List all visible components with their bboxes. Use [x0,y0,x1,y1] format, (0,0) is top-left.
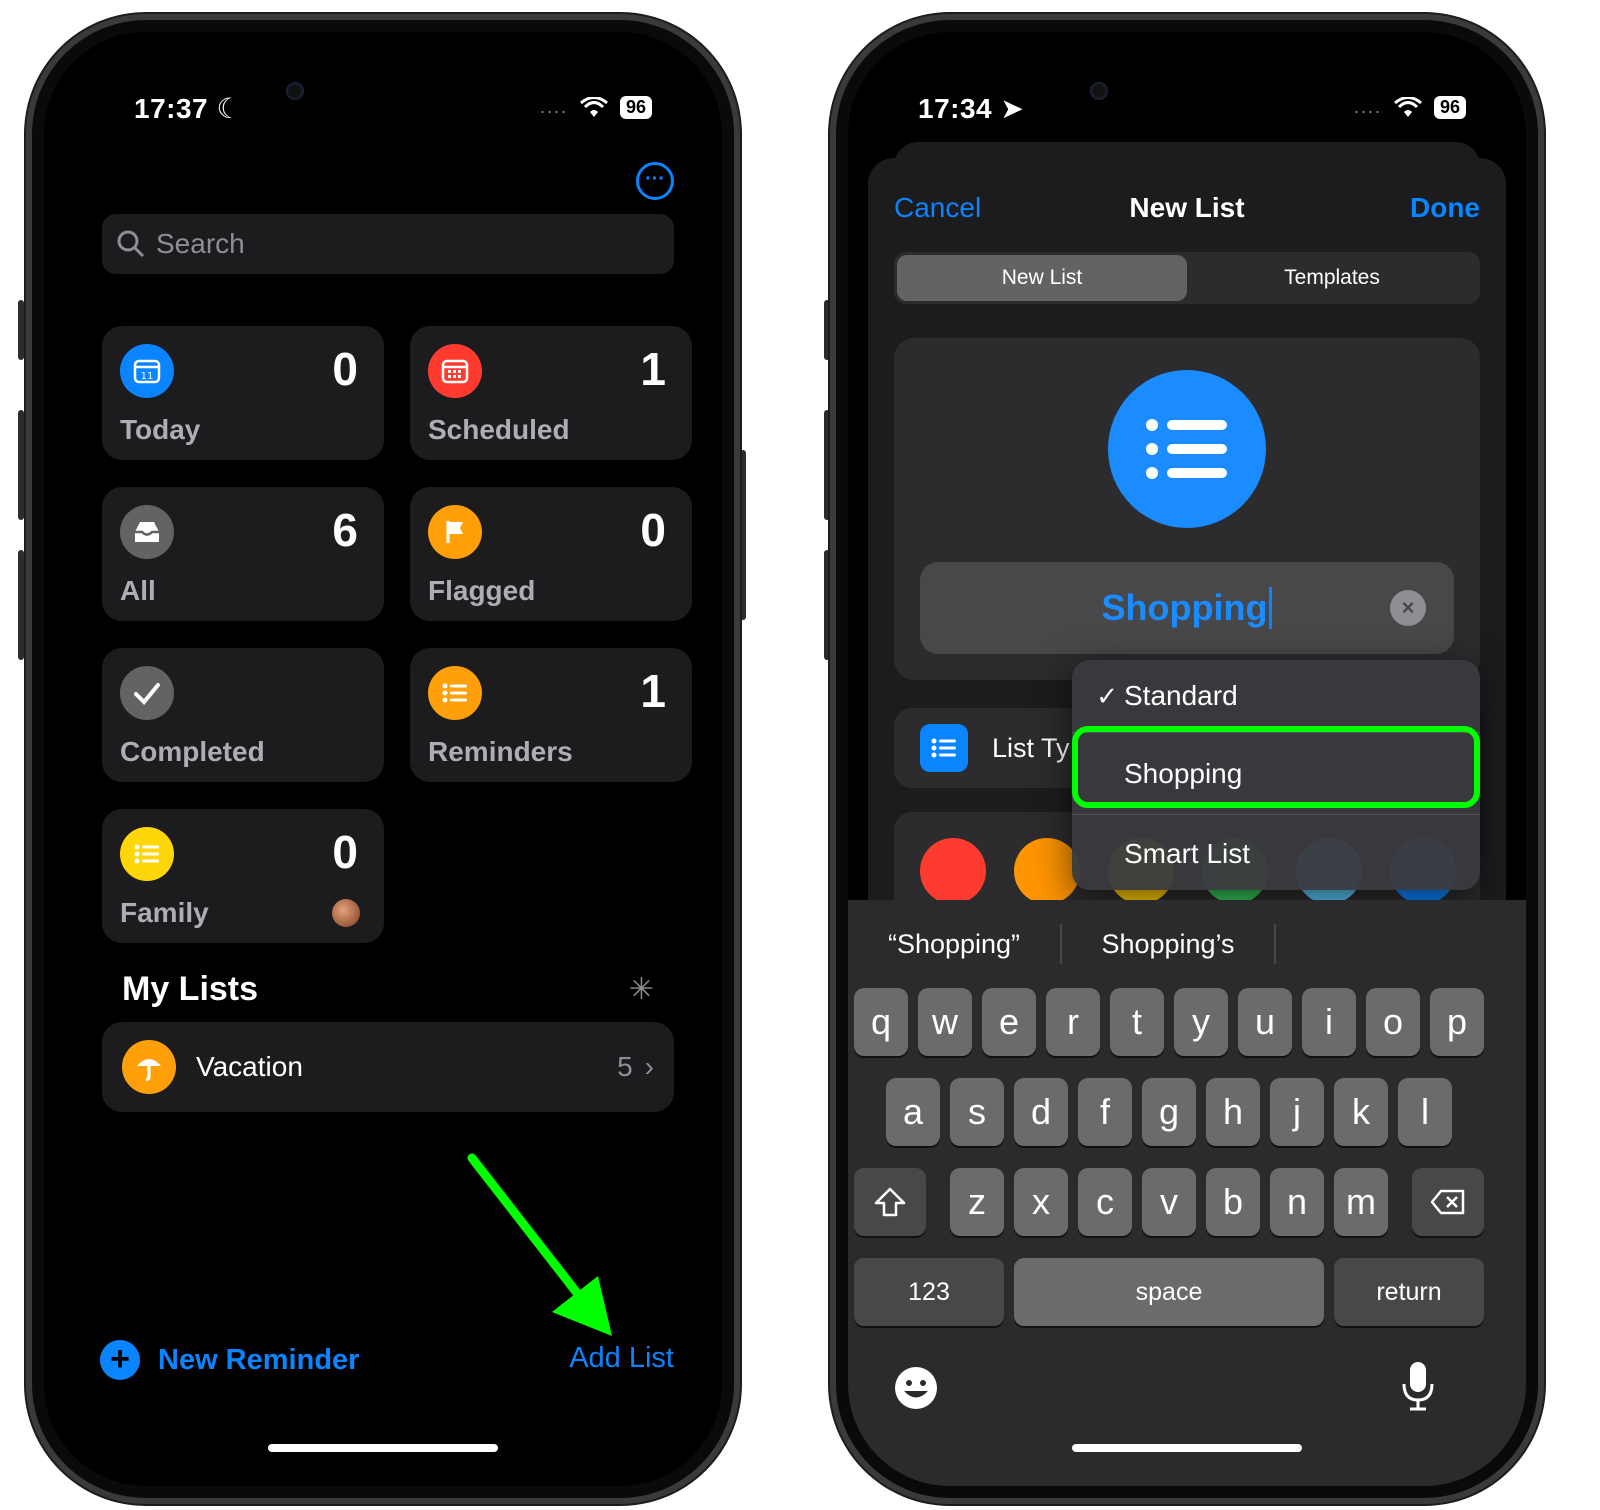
power-button [740,450,746,620]
list-type-label: List Ty [992,732,1070,763]
new-list-screen: 17:34 ➤ .... 96 New List Cancel Done New… [848,32,1526,1486]
menu-divider [1072,814,1480,815]
cancel-button[interactable]: Cancel [894,192,981,224]
key-w[interactable]: w [918,988,972,1056]
color-swatch-red[interactable] [920,838,986,904]
key-z[interactable]: z [950,1168,1004,1236]
suggestion-item[interactable]: “Shopping” [848,929,1060,960]
key-r[interactable]: r [1046,988,1100,1056]
home-indicator[interactable] [268,1444,498,1452]
numbers-key[interactable]: 123 [854,1258,1004,1326]
key-e[interactable]: e [982,988,1036,1056]
status-indicators: .... 96 [1354,96,1466,119]
home-indicator[interactable] [1072,1444,1302,1452]
suggestion-divider [1274,924,1276,964]
menu-item-standard[interactable]: ✓ Standard [1072,660,1480,732]
key-d[interactable]: d [1014,1078,1068,1146]
microphone-icon[interactable] [1400,1360,1436,1422]
key-p[interactable]: p [1430,988,1484,1056]
list-icon [920,724,968,772]
backspace-icon [1430,1189,1465,1215]
key-j[interactable]: j [1270,1078,1324,1146]
silent-switch [18,300,24,360]
key-i[interactable]: i [1302,988,1356,1056]
volume-up-button [18,410,24,520]
key-b[interactable]: b [1206,1168,1260,1236]
menu-item-label: Standard [1124,680,1238,711]
key-n[interactable]: n [1270,1168,1324,1236]
shift-icon [874,1187,906,1217]
phone-left: 17:37 ☾ .... 96 ··· Search 11 0 Today 1 … [26,14,740,1504]
segment-new-list[interactable]: New List [897,255,1187,301]
key-a[interactable]: a [886,1078,940,1146]
clear-text-icon[interactable]: × [1390,590,1426,626]
checkmark-icon: ✓ [1096,680,1118,711]
wifi-icon [1394,96,1422,117]
done-button[interactable]: Done [1410,192,1480,224]
front-camera [1090,82,1108,100]
list-icon [1108,370,1266,528]
suggestion-bar: “Shopping” Shopping’s [848,916,1526,972]
keyboard: “Shopping” Shopping’s q w e r t y u i o … [848,900,1526,1486]
key-x[interactable]: x [1014,1168,1068,1236]
list-name-input[interactable]: Shopping × [920,562,1454,654]
color-swatch-orange[interactable] [1014,838,1080,904]
key-c[interactable]: c [1078,1168,1132,1236]
annotation-arrow [467,1153,612,1336]
annotation-highlight [1072,726,1480,808]
segmented-control: New List Templates [894,252,1480,304]
phone-right: 17:34 ➤ .... 96 New List Cancel Done New… [830,14,1544,1504]
key-g[interactable]: g [1142,1078,1196,1146]
key-s[interactable]: s [950,1078,1004,1146]
battery-indicator: 96 [1433,96,1466,119]
menu-item-smart-list[interactable]: Smart List [1072,818,1480,890]
key-o[interactable]: o [1366,988,1420,1056]
key-q[interactable]: q [854,988,908,1056]
reminders-home-screen: 17:37 ☾ .... 96 ··· Search 11 0 Today 1 … [44,32,722,1486]
status-time: 17:34 ➤ [918,93,1025,124]
list-name-value: Shopping [1102,587,1273,629]
menu-item-label: Smart List [1124,838,1251,869]
key-m[interactable]: m [1334,1168,1388,1236]
space-key[interactable]: space [1014,1258,1324,1326]
key-h[interactable]: h [1206,1078,1260,1146]
key-f[interactable]: f [1078,1078,1132,1146]
key-v[interactable]: v [1142,1168,1196,1236]
location-arrow-icon: ➤ [1000,93,1025,124]
suggestion-item[interactable]: Shopping’s [1062,929,1274,960]
key-u[interactable]: u [1238,988,1292,1056]
signal-icon: .... [1353,97,1382,117]
shift-key[interactable] [854,1168,926,1236]
key-l[interactable]: l [1398,1078,1452,1146]
segment-templates[interactable]: Templates [1187,255,1477,301]
return-key[interactable]: return [1334,1258,1484,1326]
key-y[interactable]: y [1174,988,1228,1056]
emoji-key-icon[interactable] [892,1364,940,1422]
key-k[interactable]: k [1334,1078,1388,1146]
volume-down-button [18,550,24,660]
key-t[interactable]: t [1110,988,1164,1056]
delete-key[interactable] [1412,1168,1484,1236]
